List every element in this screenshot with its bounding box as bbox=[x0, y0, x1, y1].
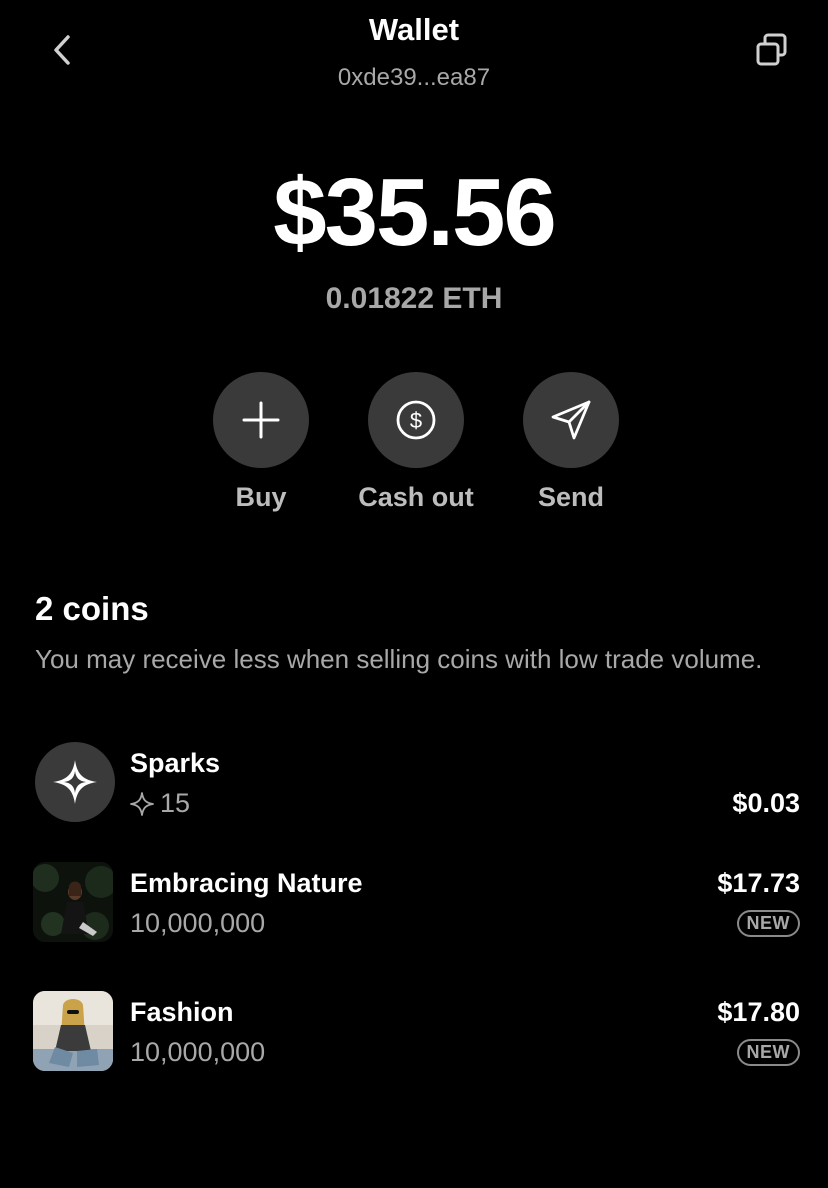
buy-button-circle[interactable] bbox=[213, 372, 309, 468]
svg-text:$: $ bbox=[410, 408, 422, 433]
copy-address-button[interactable] bbox=[748, 28, 796, 72]
coin-name: Fashion bbox=[130, 997, 234, 1027]
fashion-thumbnail bbox=[33, 991, 113, 1071]
paper-plane-icon bbox=[551, 400, 591, 440]
cash-out-label: Cash out bbox=[358, 482, 474, 512]
plus-icon bbox=[242, 401, 280, 439]
coin-name: Embracing Nature bbox=[130, 868, 363, 898]
wallet-address: 0xde39...ea87 bbox=[337, 64, 491, 91]
header: Wallet 0xde39...ea87 bbox=[0, 0, 828, 110]
sparkle-outline-icon bbox=[130, 791, 154, 816]
sparkle-icon bbox=[53, 760, 97, 804]
coin-amount: 10,000,000 bbox=[130, 908, 266, 938]
sparks-avatar bbox=[35, 742, 115, 822]
nature-photo-image bbox=[33, 862, 113, 942]
buy-button[interactable]: Buy bbox=[181, 372, 341, 513]
coin-value: $0.03 bbox=[732, 788, 800, 818]
cash-out-button-circle[interactable]: $ bbox=[368, 372, 464, 468]
send-button[interactable]: Send bbox=[491, 372, 651, 513]
cash-out-button[interactable]: $ Cash out bbox=[336, 372, 496, 513]
coin-value: $17.80 bbox=[717, 997, 800, 1027]
coins-title: 2 coins bbox=[35, 590, 149, 627]
dollar-circle-icon: $ bbox=[396, 400, 436, 440]
send-label: Send bbox=[537, 482, 604, 512]
new-badge: NEW bbox=[736, 910, 800, 937]
page-title: Wallet bbox=[368, 12, 460, 47]
fashion-photo-image bbox=[33, 991, 113, 1071]
send-button-circle[interactable] bbox=[523, 372, 619, 468]
new-badge: NEW bbox=[736, 1039, 800, 1066]
coin-row-fashion[interactable]: Fashion 10,000,000 $17.80 NEW bbox=[0, 991, 828, 1075]
copy-icon bbox=[756, 33, 787, 66]
embracing-nature-thumbnail bbox=[33, 862, 113, 942]
coin-name: Sparks bbox=[130, 748, 221, 778]
coin-value: $17.73 bbox=[717, 868, 800, 898]
eth-balance: 0.01822 ETH bbox=[325, 282, 503, 315]
coin-row-sparks[interactable]: Sparks 15 $0.03 bbox=[0, 742, 828, 826]
coin-amount: 15 bbox=[130, 788, 190, 819]
coin-amount-value: 15 bbox=[160, 788, 191, 818]
coin-amount: 10,000,000 bbox=[130, 1037, 266, 1067]
usd-balance: $35.56 bbox=[273, 159, 557, 266]
buy-label: Buy bbox=[235, 482, 287, 512]
coin-row-embracing-nature[interactable]: Embracing Nature 10,000,000 $17.73 NEW bbox=[0, 862, 828, 946]
coins-note: You may receive less when selling coins … bbox=[35, 644, 763, 674]
